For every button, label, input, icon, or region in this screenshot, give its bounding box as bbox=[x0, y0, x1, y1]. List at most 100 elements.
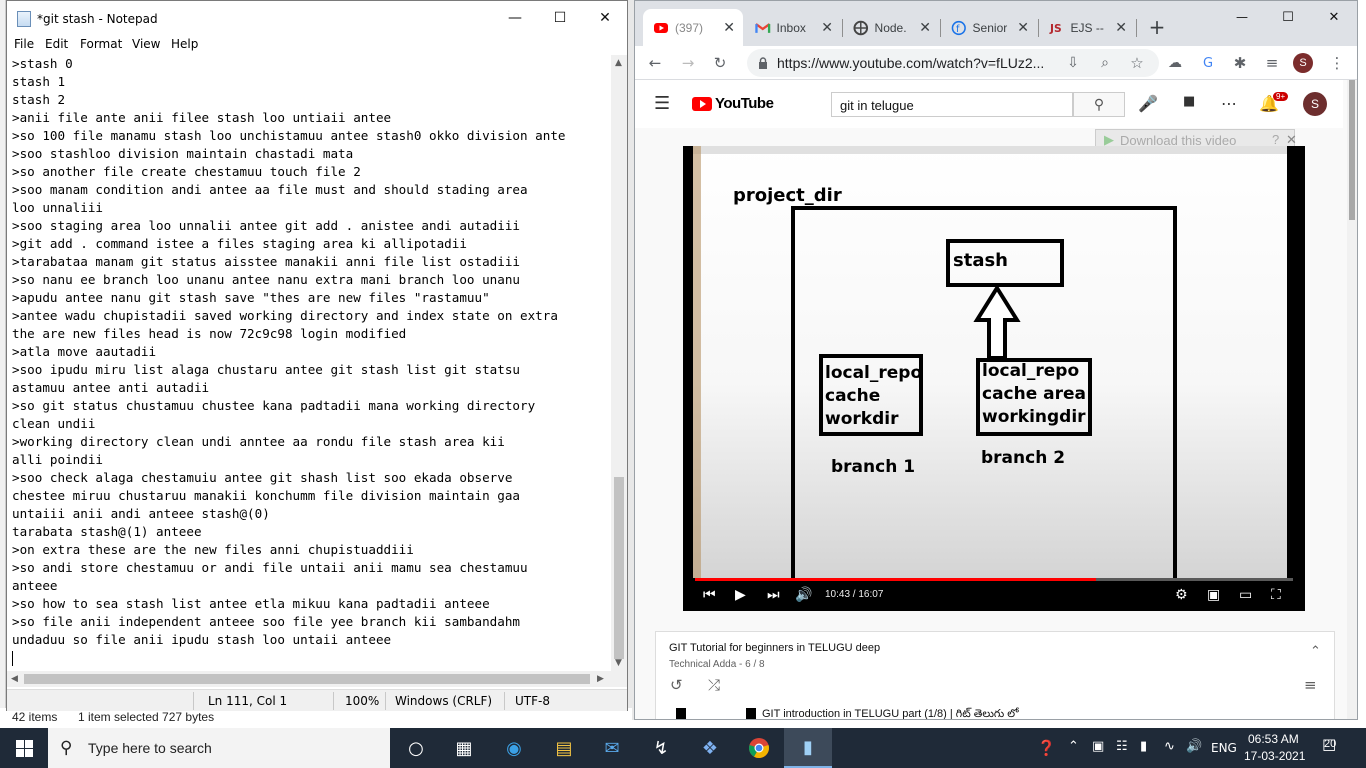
translate-extension-icon[interactable]: G bbox=[1198, 53, 1218, 73]
edge-icon[interactable]: ◉ bbox=[490, 728, 538, 768]
playlist-subtitle[interactable]: Technical Adda - 6 / 8 bbox=[669, 659, 765, 670]
volume-icon[interactable]: 🔊 bbox=[795, 587, 812, 603]
tab-ejs[interactable]: JS EJS -- ✕ bbox=[1039, 9, 1135, 46]
menu-edit[interactable]: Edit bbox=[45, 37, 68, 51]
browser-window: (397) ✕ Inbox ✕ Node. ✕ f Senior ✕ JS EJ… bbox=[634, 0, 1358, 720]
notepad-titlebar[interactable]: *git stash - Notepad — ☐ ✕ bbox=[7, 1, 627, 35]
menu-help[interactable]: Help bbox=[171, 37, 198, 51]
cloud-extension-icon[interactable]: ☁ bbox=[1165, 53, 1185, 73]
help-icon[interactable]: ? bbox=[1272, 132, 1279, 147]
ejs-icon: JS bbox=[1049, 21, 1062, 34]
apps-grid-icon[interactable]: ⋯ bbox=[1221, 94, 1237, 113]
miniplayer-icon[interactable]: ▣ bbox=[1207, 587, 1220, 603]
minimize-button[interactable]: — bbox=[492, 1, 538, 35]
scroll-left-icon[interactable]: ◀ bbox=[11, 674, 18, 684]
maximize-button[interactable]: ☐ bbox=[537, 1, 583, 35]
save-playlist-icon[interactable]: ≡ bbox=[1304, 676, 1317, 694]
previous-icon[interactable]: ⏮ bbox=[703, 587, 716, 603]
profile-avatar[interactable]: S bbox=[1293, 53, 1313, 73]
help-tray-icon[interactable]: ❓ bbox=[1037, 739, 1056, 757]
forward-icon[interactable]: → bbox=[678, 53, 698, 73]
youtube-search-input[interactable]: git in telugue bbox=[831, 92, 1073, 117]
bookmark-star-icon[interactable]: ☆ bbox=[1127, 53, 1147, 73]
wifi-icon[interactable]: ∿ bbox=[1164, 739, 1175, 754]
battery-icon[interactable]: ▮ bbox=[1140, 739, 1147, 754]
tab-close-icon[interactable]: ✕ bbox=[723, 19, 735, 36]
create-video-icon[interactable]: ■ bbox=[1183, 94, 1195, 109]
fullscreen-icon[interactable]: ⛶ bbox=[1271, 587, 1281, 603]
winscp-icon[interactable]: ↯ bbox=[637, 728, 685, 768]
language-indicator[interactable]: ENG bbox=[1211, 741, 1237, 755]
tab-close-icon[interactable]: ✕ bbox=[919, 19, 931, 36]
start-button[interactable] bbox=[0, 728, 48, 768]
text-editor[interactable]: >stash 0 stash 1 stash 2 >anii file ante an… bbox=[12, 55, 610, 671]
browser-maximize-button[interactable]: ☐ bbox=[1265, 1, 1311, 33]
notification-badge: 9+ bbox=[1273, 92, 1289, 101]
chrome-menu-icon[interactable]: ⋮ bbox=[1327, 53, 1347, 73]
tab-close-icon[interactable]: ✕ bbox=[821, 19, 833, 36]
page-scroll-thumb[interactable] bbox=[1349, 80, 1355, 220]
horizontal-scrollbar[interactable]: ◀ ▶ bbox=[7, 671, 611, 687]
text-line: >soo ipudu miru list alaga chustaru ante… bbox=[12, 362, 520, 377]
scroll-up-icon[interactable]: ▲ bbox=[615, 58, 622, 68]
horizontal-scroll-thumb[interactable] bbox=[24, 674, 590, 684]
slide-repo2: local_repo cache area workingdir bbox=[982, 361, 1087, 427]
volume-tray-icon[interactable]: 🔊 bbox=[1186, 739, 1202, 754]
show-hidden-icons[interactable]: ⌃ bbox=[1068, 739, 1079, 754]
play-icon[interactable]: ▶ bbox=[735, 587, 746, 603]
display-icon[interactable]: ☷ bbox=[1116, 739, 1128, 754]
menu-view[interactable]: View bbox=[132, 37, 160, 51]
collapse-chevron-icon[interactable]: ⌃ bbox=[1310, 644, 1321, 659]
extensions-puzzle-icon[interactable]: ✱ bbox=[1230, 53, 1250, 73]
cortana-icon[interactable]: ○ bbox=[392, 728, 440, 768]
tab-youtube[interactable]: (397) ✕ bbox=[643, 9, 743, 46]
install-icon[interactable]: ⇩ bbox=[1063, 53, 1083, 73]
chrome-icon[interactable] bbox=[735, 728, 783, 768]
tab-node[interactable]: Node. ✕ bbox=[843, 9, 939, 46]
close-button[interactable]: ✕ bbox=[582, 1, 628, 35]
page-scrollbar[interactable] bbox=[1347, 80, 1357, 719]
meet-now-icon[interactable]: ▣ bbox=[1092, 739, 1104, 754]
mail-icon[interactable]: ✉ bbox=[588, 728, 636, 768]
vertical-scroll-thumb[interactable] bbox=[614, 477, 624, 659]
taskbar-search-box[interactable]: ⚲ Type here to search bbox=[48, 728, 390, 768]
clock-time[interactable]: 06:53 AM bbox=[1248, 732, 1299, 746]
browser-minimize-button[interactable]: — bbox=[1219, 1, 1265, 33]
zoom-icon[interactable]: ⌕ bbox=[1095, 53, 1115, 73]
next-icon[interactable]: ⏭ bbox=[767, 587, 780, 603]
tab-gmail[interactable]: Inbox ✕ bbox=[745, 9, 841, 46]
task-view-icon[interactable]: ▦ bbox=[440, 728, 488, 768]
clock-date[interactable]: 17-03-2021 bbox=[1244, 749, 1305, 763]
browser-close-button[interactable]: ✕ bbox=[1311, 1, 1357, 33]
menu-format[interactable]: Format bbox=[80, 37, 122, 51]
settings-gear-icon[interactable]: ⚙ bbox=[1175, 587, 1188, 603]
video-player[interactable]: project_dir stash local_repo cache workd… bbox=[683, 146, 1305, 611]
tab-senior[interactable]: f Senior ✕ bbox=[941, 9, 1037, 46]
theater-mode-icon[interactable]: ▭ bbox=[1239, 587, 1252, 603]
search-button[interactable]: ⚲ bbox=[1073, 92, 1125, 117]
menu-file[interactable]: File bbox=[14, 37, 34, 51]
dropbox-icon[interactable]: ❖ bbox=[686, 728, 734, 768]
file-explorer-icon[interactable]: ▤ bbox=[540, 728, 588, 768]
shuffle-icon[interactable]: ⤮ bbox=[708, 676, 720, 694]
hamburger-menu-icon[interactable]: ☰ bbox=[654, 93, 670, 114]
account-avatar[interactable]: S bbox=[1303, 92, 1327, 116]
vertical-scrollbar[interactable]: ▲ ▼ bbox=[611, 55, 627, 671]
playlist-title[interactable]: GIT Tutorial for beginners in TELUGU dee… bbox=[669, 642, 880, 654]
scroll-down-icon[interactable]: ▼ bbox=[615, 658, 622, 668]
tab-close-icon[interactable]: ✕ bbox=[1115, 19, 1127, 36]
new-tab-icon[interactable]: + bbox=[1147, 15, 1167, 39]
youtube-logo-text[interactable]: YouTube bbox=[715, 95, 774, 112]
loop-icon[interactable]: ↺ bbox=[670, 676, 683, 694]
youtube-logo-icon[interactable] bbox=[692, 97, 712, 111]
progress-bar[interactable] bbox=[695, 578, 1293, 581]
tab-close-icon[interactable]: ✕ bbox=[1017, 19, 1029, 36]
media-control-icon[interactable]: ≡ bbox=[1262, 53, 1282, 73]
back-icon[interactable]: ← bbox=[645, 53, 665, 73]
microphone-icon[interactable]: 🎤 bbox=[1138, 94, 1158, 113]
playlist-item[interactable]: GIT introduction in TELUGU part (1/8) | … bbox=[676, 708, 1336, 719]
notepad-taskbar-icon[interactable]: ▮ bbox=[784, 728, 832, 768]
text-line: >apudu antee nanu git stash save "thes a… bbox=[12, 290, 490, 305]
reload-icon[interactable]: ↻ bbox=[710, 53, 730, 73]
scroll-right-icon[interactable]: ▶ bbox=[597, 674, 604, 684]
